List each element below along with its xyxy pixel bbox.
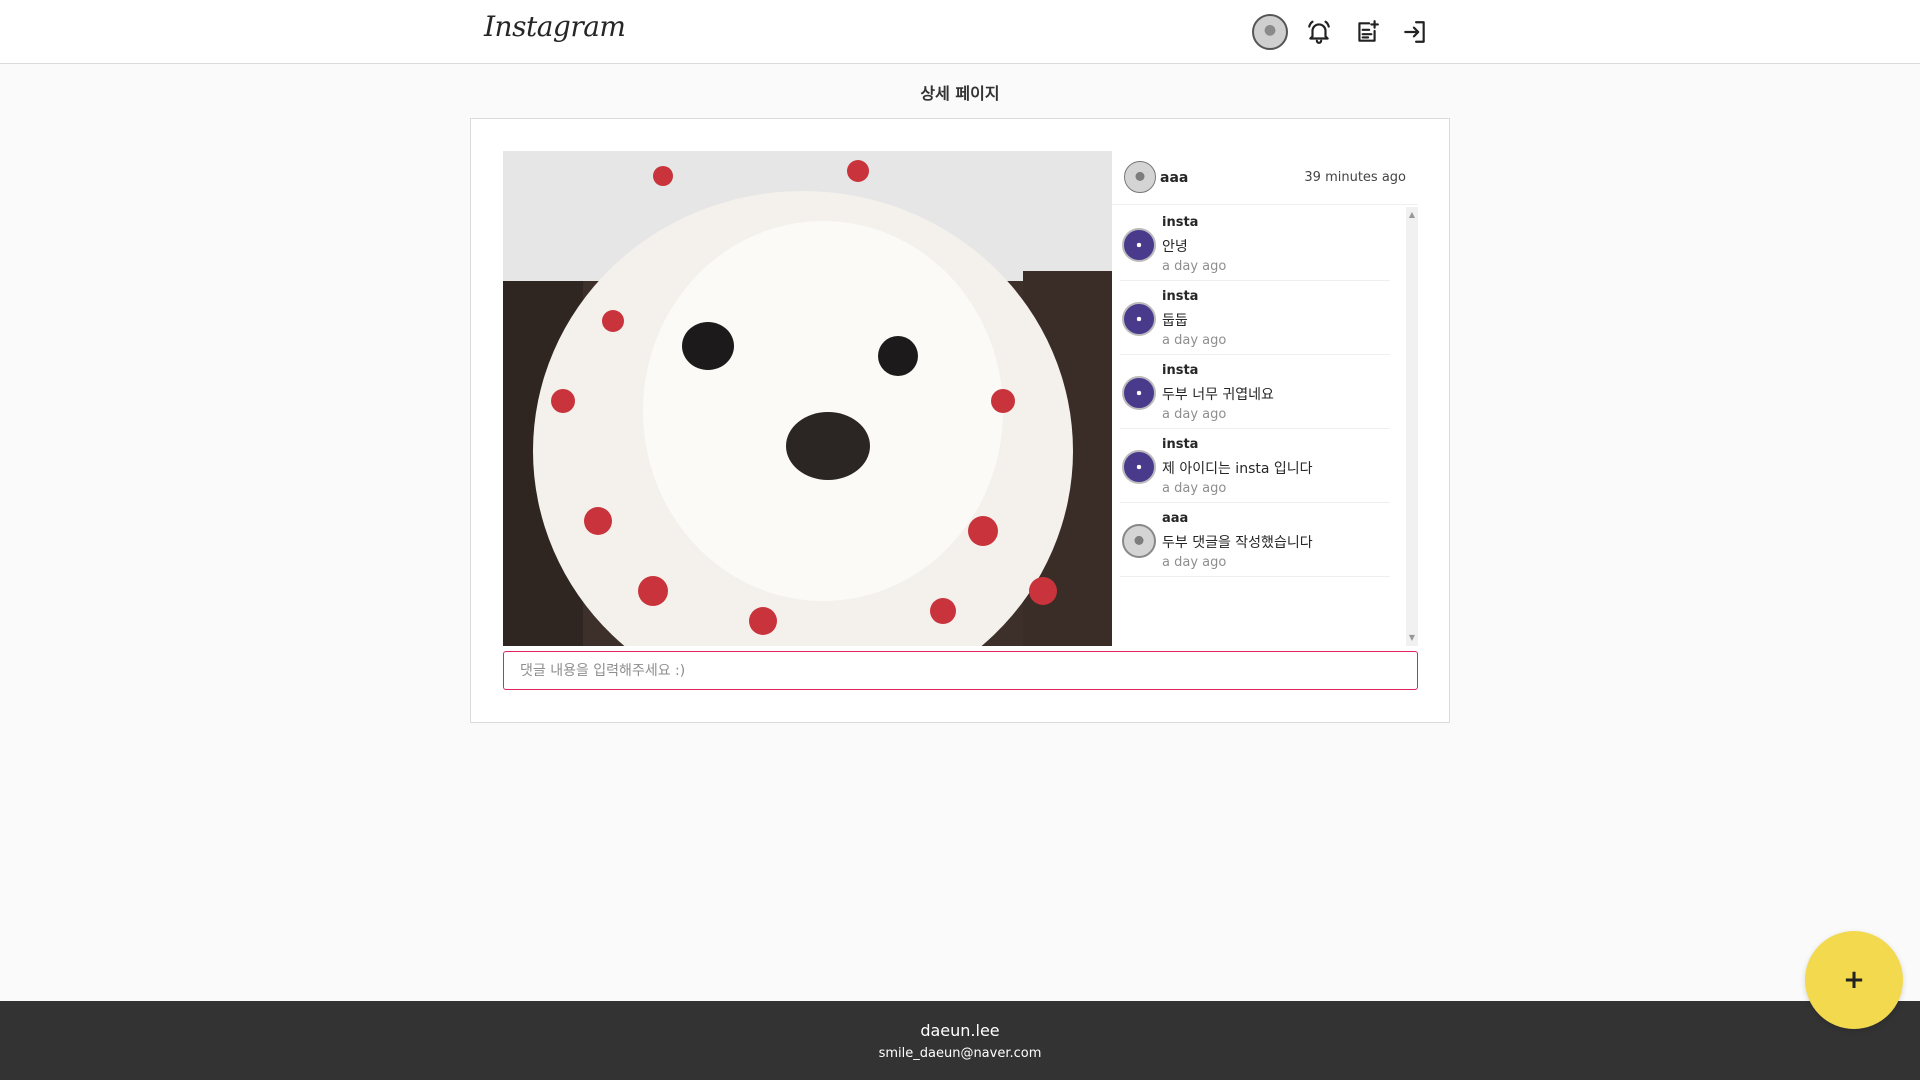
post-time: 39 minutes ago [1304, 170, 1406, 185]
commenter-name[interactable]: insta [1162, 215, 1198, 230]
commenter-avatar[interactable] [1122, 376, 1156, 410]
comment-time: a day ago [1162, 333, 1227, 348]
comment-input[interactable] [503, 651, 1418, 690]
author-name[interactable]: aaa [1160, 170, 1188, 186]
comment-time: a day ago [1162, 555, 1227, 570]
new-post-icon[interactable] [1350, 15, 1384, 49]
post-image [503, 151, 1112, 646]
comment-text: 두부 너무 귀엽네요 [1162, 387, 1274, 403]
post-detail-card: aaa 39 minutes ago insta 안녕 a day ago in… [470, 118, 1450, 723]
commenter-name[interactable]: insta [1162, 289, 1198, 304]
scroll-down-arrow-icon[interactable]: ▼ [1406, 632, 1418, 644]
comment-list: insta 안녕 a day ago insta 둡둡 a day ago in… [1120, 207, 1390, 577]
comment-time: a day ago [1162, 407, 1227, 422]
comment-item: insta 안녕 a day ago [1120, 207, 1390, 281]
comment-text: 두부 댓글을 작성했습니다 [1162, 535, 1313, 551]
comment-item: insta 둡둡 a day ago [1120, 281, 1390, 355]
comment-time: a day ago [1162, 481, 1227, 496]
commenter-name[interactable]: insta [1162, 437, 1198, 452]
comment-item: insta 두부 너무 귀엽네요 a day ago [1120, 355, 1390, 429]
commenter-name[interactable]: insta [1162, 363, 1198, 378]
footer-email: smile_daeun@naver.com [878, 1046, 1042, 1061]
comment-item: insta 제 아이디는 insta 입니다 a day ago [1120, 429, 1390, 503]
page-title: 상세 페이지 [920, 84, 1000, 103]
comment-text: 제 아이디는 insta 입니다 [1162, 461, 1313, 477]
header-actions [1252, 14, 1446, 50]
comment-text: 안녕 [1162, 239, 1188, 255]
top-navigation-bar: Instagram [0, 0, 1920, 64]
comment-text: 둡둡 [1162, 313, 1188, 329]
author-avatar[interactable] [1124, 161, 1156, 193]
post-side-panel: aaa 39 minutes ago insta 안녕 a day ago in… [1112, 151, 1418, 646]
instagram-logo[interactable]: Instagram [484, 10, 626, 43]
commenter-avatar[interactable] [1122, 228, 1156, 262]
commenter-avatar[interactable] [1122, 524, 1156, 558]
commenter-avatar[interactable] [1122, 450, 1156, 484]
commenter-avatar[interactable] [1122, 302, 1156, 336]
comment-section: insta 안녕 a day ago insta 둡둡 a day ago in… [1112, 207, 1418, 646]
add-post-button[interactable]: + [1805, 931, 1903, 1029]
comment-scrollbar[interactable]: ▲ ▼ [1406, 207, 1418, 646]
bell-icon[interactable] [1302, 15, 1336, 49]
footer-author-name: daeun.lee [920, 1021, 1000, 1040]
scroll-up-arrow-icon[interactable]: ▲ [1406, 209, 1418, 221]
post-author-header: aaa 39 minutes ago [1112, 151, 1418, 205]
comment-item: aaa 두부 댓글을 작성했습니다 a day ago [1120, 503, 1390, 577]
profile-avatar[interactable] [1252, 14, 1288, 50]
footer: daeun.lee smile_daeun@naver.com [0, 1001, 1920, 1080]
comment-time: a day ago [1162, 259, 1227, 274]
logout-icon[interactable] [1398, 15, 1432, 49]
commenter-name[interactable]: aaa [1162, 511, 1188, 526]
